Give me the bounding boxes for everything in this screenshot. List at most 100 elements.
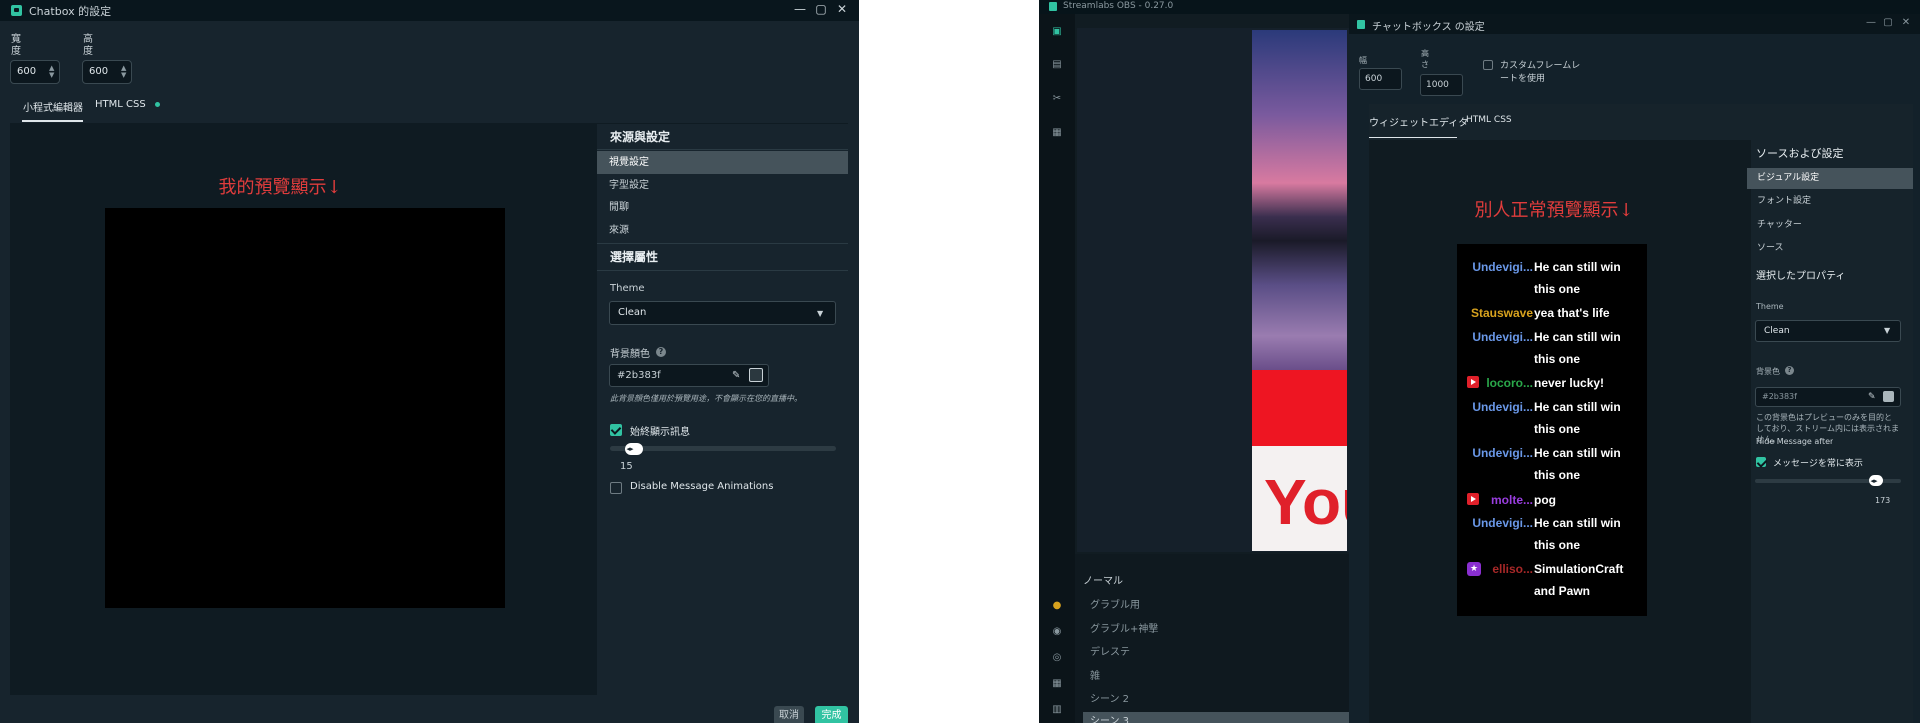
chat-username: Undevigi... xyxy=(1472,400,1533,414)
preview-caption: 我的預覽顯示↓ xyxy=(218,177,342,198)
bg-color-label: 背景顏色 xyxy=(610,349,650,360)
cancel-button[interactable]: 取消 xyxy=(774,706,804,723)
props-title: 選択したプロパティ xyxy=(1756,271,1846,282)
grid-icon[interactable]: ▦ xyxy=(1051,678,1063,690)
nav-font-settings[interactable]: 字型設定 xyxy=(597,174,848,197)
width-input[interactable]: 600 xyxy=(1359,68,1402,90)
tab-html-css[interactable]: HTML CSS xyxy=(95,99,146,110)
scene-item[interactable]: デレステ xyxy=(1090,643,1130,658)
tools-icon[interactable]: ✂ xyxy=(1051,93,1063,105)
chat-text: He can still win this one xyxy=(1534,400,1621,436)
youtube-badge-icon xyxy=(1467,493,1479,505)
tab-widget-editor[interactable]: 小程式編輯器 xyxy=(23,99,83,114)
chat-text: yea that's life xyxy=(1534,306,1610,320)
divider xyxy=(597,149,848,150)
chat-preview-box: Undevigi... He can still win this one Stau… xyxy=(1457,244,1647,616)
bg-color-label: 背景色 xyxy=(1756,367,1780,376)
nav-chatter[interactable]: 閒聊 xyxy=(597,196,848,219)
tab-widget-editor[interactable]: ウィジェットエディタ xyxy=(1369,114,1468,129)
bg-color-value: #2b383f xyxy=(617,370,661,381)
nav-source[interactable]: 來源 xyxy=(597,219,848,242)
minimize-icon[interactable]: — xyxy=(1865,17,1877,28)
done-button[interactable]: 完成 xyxy=(815,706,848,723)
tab-html-css[interactable]: HTML CSS xyxy=(1466,115,1512,125)
disable-animations-label: Disable Message Animations xyxy=(630,481,774,492)
chat-text: He can still win this one xyxy=(1534,260,1621,296)
height-value: 600 xyxy=(89,66,109,77)
width-label: 寬度 xyxy=(11,34,21,57)
obs-title: Streamlabs OBS - 0.27.0 xyxy=(1063,1,1174,11)
eyedropper-icon[interactable]: ✎ xyxy=(1868,388,1876,406)
help-icon[interactable]: ? xyxy=(1785,366,1794,375)
width-stepper-icon[interactable]: ▲ ▼ xyxy=(49,65,54,79)
props-title: 選擇屬性 xyxy=(610,250,659,264)
maximize-icon[interactable]: ▢ xyxy=(1882,17,1894,28)
themes-icon[interactable]: ▤ xyxy=(1051,59,1063,71)
maximize-icon[interactable]: ▢ xyxy=(813,2,829,16)
chatbox-app-icon xyxy=(11,5,22,16)
chat-username: Undevigi... xyxy=(1472,516,1533,530)
active-tab-underline xyxy=(22,120,83,122)
theme-select[interactable]: Clean ▼ xyxy=(609,301,836,325)
always-show-checkbox[interactable] xyxy=(1756,457,1766,467)
hide-delay-slider[interactable] xyxy=(610,446,836,451)
scene-item[interactable]: グラブル用 xyxy=(1090,596,1140,611)
width-value: 600 xyxy=(17,66,37,77)
height-label: 高度 xyxy=(83,34,93,57)
scene-item[interactable]: 雑 xyxy=(1090,667,1100,682)
record-icon[interactable]: ◉ xyxy=(1051,626,1063,638)
help-icon[interactable]: ? xyxy=(656,347,666,357)
obs-sidebar xyxy=(1039,14,1075,723)
studio-icon[interactable]: ▣ xyxy=(1051,26,1063,38)
slider-value: 15 xyxy=(620,461,633,472)
always-show-checkbox[interactable] xyxy=(610,424,622,436)
eyedropper-icon[interactable]: ✎ xyxy=(732,365,740,386)
scene-collection-label[interactable]: ノーマル xyxy=(1083,572,1123,587)
nav-source[interactable]: ソース xyxy=(1747,238,1913,259)
scene-item[interactable]: シーン 3 xyxy=(1083,712,1349,723)
height-label: 高さ xyxy=(1421,49,1429,69)
member-badge-icon: ★ xyxy=(1467,562,1481,576)
color-swatch[interactable] xyxy=(749,368,763,382)
chat-preview-box xyxy=(105,208,505,608)
nav-chatter[interactable]: チャッター xyxy=(1747,215,1913,236)
bg-color-hint: 此背景顏色僅用於預覽用途，不會顯示在您的直播中。 xyxy=(610,394,802,403)
height-input[interactable]: 600 ▲ ▼ xyxy=(82,60,132,84)
width-value: 600 xyxy=(1365,74,1383,84)
settings-icon[interactable]: ● xyxy=(1051,600,1063,612)
slider-handle[interactable] xyxy=(624,443,643,455)
nav-font-settings[interactable]: フォント設定 xyxy=(1747,191,1913,212)
nav-visual-settings[interactable]: 視覺設定 xyxy=(597,151,848,174)
theme-select[interactable]: Clean ▼ xyxy=(1755,320,1901,342)
store-icon[interactable]: ▦ xyxy=(1051,127,1063,139)
streamlabs-icon xyxy=(1049,2,1057,11)
minimize-icon[interactable]: — xyxy=(792,2,808,16)
height-input[interactable]: 1000 xyxy=(1420,74,1463,96)
scene-item[interactable]: シーン 2 xyxy=(1090,690,1129,705)
landscape-image xyxy=(1252,30,1347,370)
active-tab-underline xyxy=(1369,137,1457,138)
disable-animations-checkbox[interactable] xyxy=(610,482,622,494)
theme-label: Theme xyxy=(610,283,645,294)
chat-username: Undevigi... xyxy=(1472,446,1533,460)
color-swatch[interactable] xyxy=(1883,391,1894,402)
close-icon[interactable]: ✕ xyxy=(834,2,850,16)
height-stepper-icon[interactable]: ▲ ▼ xyxy=(121,65,126,79)
scene-item[interactable]: グラブル+神撃 xyxy=(1090,620,1158,635)
nav-visual-settings[interactable]: ビジュアル設定 xyxy=(1747,168,1913,189)
chat-username: locoro... xyxy=(1486,376,1533,390)
custom-frame-checkbox[interactable] xyxy=(1483,60,1493,70)
help-icon[interactable]: ◎ xyxy=(1051,652,1063,664)
chat-username: molte... xyxy=(1490,493,1533,507)
close-icon[interactable]: ✕ xyxy=(1900,17,1912,28)
slider-handle[interactable] xyxy=(1868,475,1883,487)
custom-frame-label: カスタムフレームレートを使用 xyxy=(1500,61,1581,84)
unsaved-dot-icon xyxy=(155,102,160,107)
divider xyxy=(597,270,848,271)
chat-username: Undevigi... xyxy=(1472,260,1533,274)
bg-color-input[interactable]: #2b383f ✎ xyxy=(1755,387,1901,407)
always-show-label: メッセージを常に表示 xyxy=(1773,459,1863,469)
width-input[interactable]: 600 ▲ ▼ xyxy=(10,60,60,84)
bg-color-input[interactable]: #2b383f ✎ xyxy=(609,364,769,387)
bars-icon[interactable]: ▥ xyxy=(1051,704,1063,716)
